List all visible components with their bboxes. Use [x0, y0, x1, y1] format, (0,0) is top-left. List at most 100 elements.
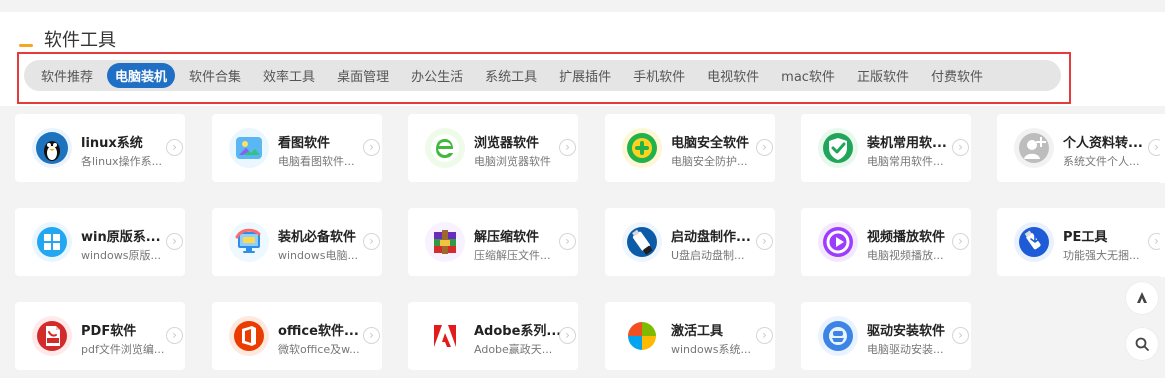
card-subtitle: windows原版... — [81, 249, 161, 262]
card-image-viewers[interactable]: 看图软件 电脑看图软件... › — [212, 114, 382, 182]
card-title: 个人资料转... — [1063, 136, 1143, 151]
card-title: 视频播放软件 — [867, 230, 946, 245]
search-icon — [1135, 337, 1149, 351]
tab-extensions-plugins[interactable]: 扩展插件 — [551, 63, 619, 88]
card-office-software[interactable]: office软件... 微软office及w... › — [212, 302, 382, 370]
card-subtitle: 电脑常用软件... — [867, 155, 944, 168]
tab-desktop-management[interactable]: 桌面管理 — [329, 63, 397, 88]
card-linux-systems[interactable]: linux系统 各linux操作系... › — [15, 114, 185, 182]
chevron-right-icon[interactable]: › — [166, 139, 183, 156]
shield-check-icon — [818, 128, 858, 168]
card-title: 激活工具 — [671, 324, 724, 339]
archive-books-icon — [425, 222, 465, 262]
monitor-icon — [16, 30, 36, 48]
image-viewer-icon — [229, 128, 269, 168]
monitor-stand — [19, 44, 33, 47]
chevron-right-icon[interactable]: › — [952, 327, 969, 344]
card-title: 装机常用软... — [867, 136, 947, 151]
card-subtitle: U盘启动盘制... — [671, 249, 745, 262]
card-subtitle: windows系统... — [671, 343, 751, 356]
card-title: Adobe系列... — [474, 324, 562, 339]
adobe-icon — [425, 316, 465, 356]
card-title: PE工具 — [1063, 230, 1108, 245]
card-driver-install-software[interactable]: 驱动安装软件 电脑驱动安装... › — [801, 302, 971, 370]
card-activation-tools[interactable]: 激活工具 windows系统... › — [605, 302, 775, 370]
tab-office-life[interactable]: 办公生活 — [403, 63, 471, 88]
card-win-original-system[interactable]: win原版系... windows原版... › — [15, 208, 185, 276]
software-tools-page: 软件工具 软件推荐 电脑装机 软件合集 效率工具 桌面管理 办公生活 系统工具 … — [0, 0, 1165, 378]
chevron-right-icon[interactable]: › — [363, 233, 380, 250]
card-subtitle: pdf文件浏览编... — [81, 343, 165, 356]
card-adobe-suite[interactable]: Adobe系列... Adobe赢政天... › — [408, 302, 578, 370]
card-title: 装机必备软件 — [278, 230, 357, 245]
tab-productivity-tools[interactable]: 效率工具 — [255, 63, 323, 88]
activation-windows-icon — [622, 316, 662, 356]
card-subtitle: 系统文件个人... — [1063, 155, 1140, 168]
card-subtitle: 电脑看图软件... — [278, 155, 355, 168]
card-title: 电脑安全软件 — [671, 136, 750, 151]
card-title: 驱动安装软件 — [867, 324, 946, 339]
chevron-right-icon[interactable]: › — [559, 233, 576, 250]
tab-tv-software[interactable]: 电视软件 — [699, 63, 767, 88]
search-button[interactable] — [1125, 327, 1159, 361]
card-pdf-software[interactable]: PDF软件 pdf文件浏览编... › — [15, 302, 185, 370]
tab-software-recommend[interactable]: 软件推荐 — [33, 63, 101, 88]
card-title: 浏览器软件 — [474, 136, 540, 151]
tab-mac-software[interactable]: mac软件 — [773, 63, 843, 88]
card-subtitle: Adobe赢政天... — [474, 343, 553, 356]
windows-icon — [32, 222, 72, 262]
card-subtitle: 压缩解压文件... — [474, 249, 551, 262]
chevron-right-icon[interactable]: › — [559, 139, 576, 156]
card-subtitle: windows电脑... — [278, 249, 358, 262]
chevron-right-icon[interactable]: › — [756, 139, 773, 156]
category-tabs-highlight: 软件推荐 电脑装机 软件合集 效率工具 桌面管理 办公生活 系统工具 扩展插件 … — [17, 52, 1071, 104]
linux-penguin-icon — [32, 128, 72, 168]
tab-pc-setup[interactable]: 电脑装机 — [107, 63, 176, 88]
card-archive-software[interactable]: 解压缩软件 压缩解压文件... › — [408, 208, 578, 276]
card-pc-security[interactable]: 电脑安全软件 电脑安全防护... › — [605, 114, 775, 182]
tab-licensed-software[interactable]: 正版软件 — [849, 63, 917, 88]
chevron-right-icon[interactable]: › — [952, 139, 969, 156]
right-edge-panel — [1160, 114, 1165, 183]
chevron-right-icon[interactable]: › — [166, 233, 183, 250]
tab-software-collection[interactable]: 软件合集 — [181, 63, 249, 88]
browser-e-icon — [425, 128, 465, 168]
card-subtitle: 电脑驱动安装... — [867, 343, 944, 356]
card-boot-disk-maker[interactable]: 启动盘制作... U盘启动盘制... › — [605, 208, 775, 276]
card-browsers[interactable]: 浏览器软件 电脑浏览器软件 › — [408, 114, 578, 182]
right-edge-panel — [1160, 208, 1165, 277]
driver-install-icon — [818, 316, 858, 356]
computer-setup-icon — [229, 222, 269, 262]
card-subtitle: 各linux操作系... — [81, 155, 163, 168]
card-title: linux系统 — [81, 136, 143, 151]
chevron-right-icon[interactable]: › — [363, 327, 380, 344]
card-video-players[interactable]: 视频播放软件 电脑视频播放... › — [801, 208, 971, 276]
pdf-icon — [32, 316, 72, 356]
card-title: 启动盘制作... — [671, 230, 751, 245]
usb-boot-icon — [622, 222, 662, 262]
card-subtitle: 功能强大无捆... — [1063, 249, 1140, 262]
card-subtitle: 微软office及w... — [278, 343, 360, 356]
category-tabs: 软件推荐 电脑装机 软件合集 效率工具 桌面管理 办公生活 系统工具 扩展插件 … — [24, 60, 1061, 91]
card-profile-transfer[interactable]: 个人资料转... 系统文件个人... › — [997, 114, 1165, 182]
card-pe-tools[interactable]: PE工具 功能强大无捆... › — [997, 208, 1165, 276]
chevron-right-icon[interactable]: › — [559, 327, 576, 344]
chevron-right-icon[interactable]: › — [756, 327, 773, 344]
video-play-icon — [818, 222, 858, 262]
card-title: PDF软件 — [81, 324, 137, 339]
section-title: 软件工具 — [16, 26, 116, 52]
profile-transfer-icon — [1014, 128, 1054, 168]
card-essential-setup-software[interactable]: 装机必备软件 windows电脑... › — [212, 208, 382, 276]
chevron-right-icon[interactable]: › — [952, 233, 969, 250]
chevron-right-icon[interactable]: › — [166, 327, 183, 344]
tab-paid-software[interactable]: 付费软件 — [923, 63, 991, 88]
card-subtitle: 电脑安全防护... — [671, 155, 748, 168]
card-subtitle: 电脑浏览器软件 — [474, 155, 551, 168]
chevron-right-icon[interactable]: › — [756, 233, 773, 250]
tab-system-tools[interactable]: 系统工具 — [477, 63, 545, 88]
card-common-setup-software[interactable]: 装机常用软... 电脑常用软件... › — [801, 114, 971, 182]
chevron-right-icon[interactable]: › — [363, 139, 380, 156]
back-to-top-button[interactable] — [1125, 281, 1159, 315]
tab-mobile-software[interactable]: 手机软件 — [625, 63, 693, 88]
section-title-text: 软件工具 — [44, 30, 116, 51]
